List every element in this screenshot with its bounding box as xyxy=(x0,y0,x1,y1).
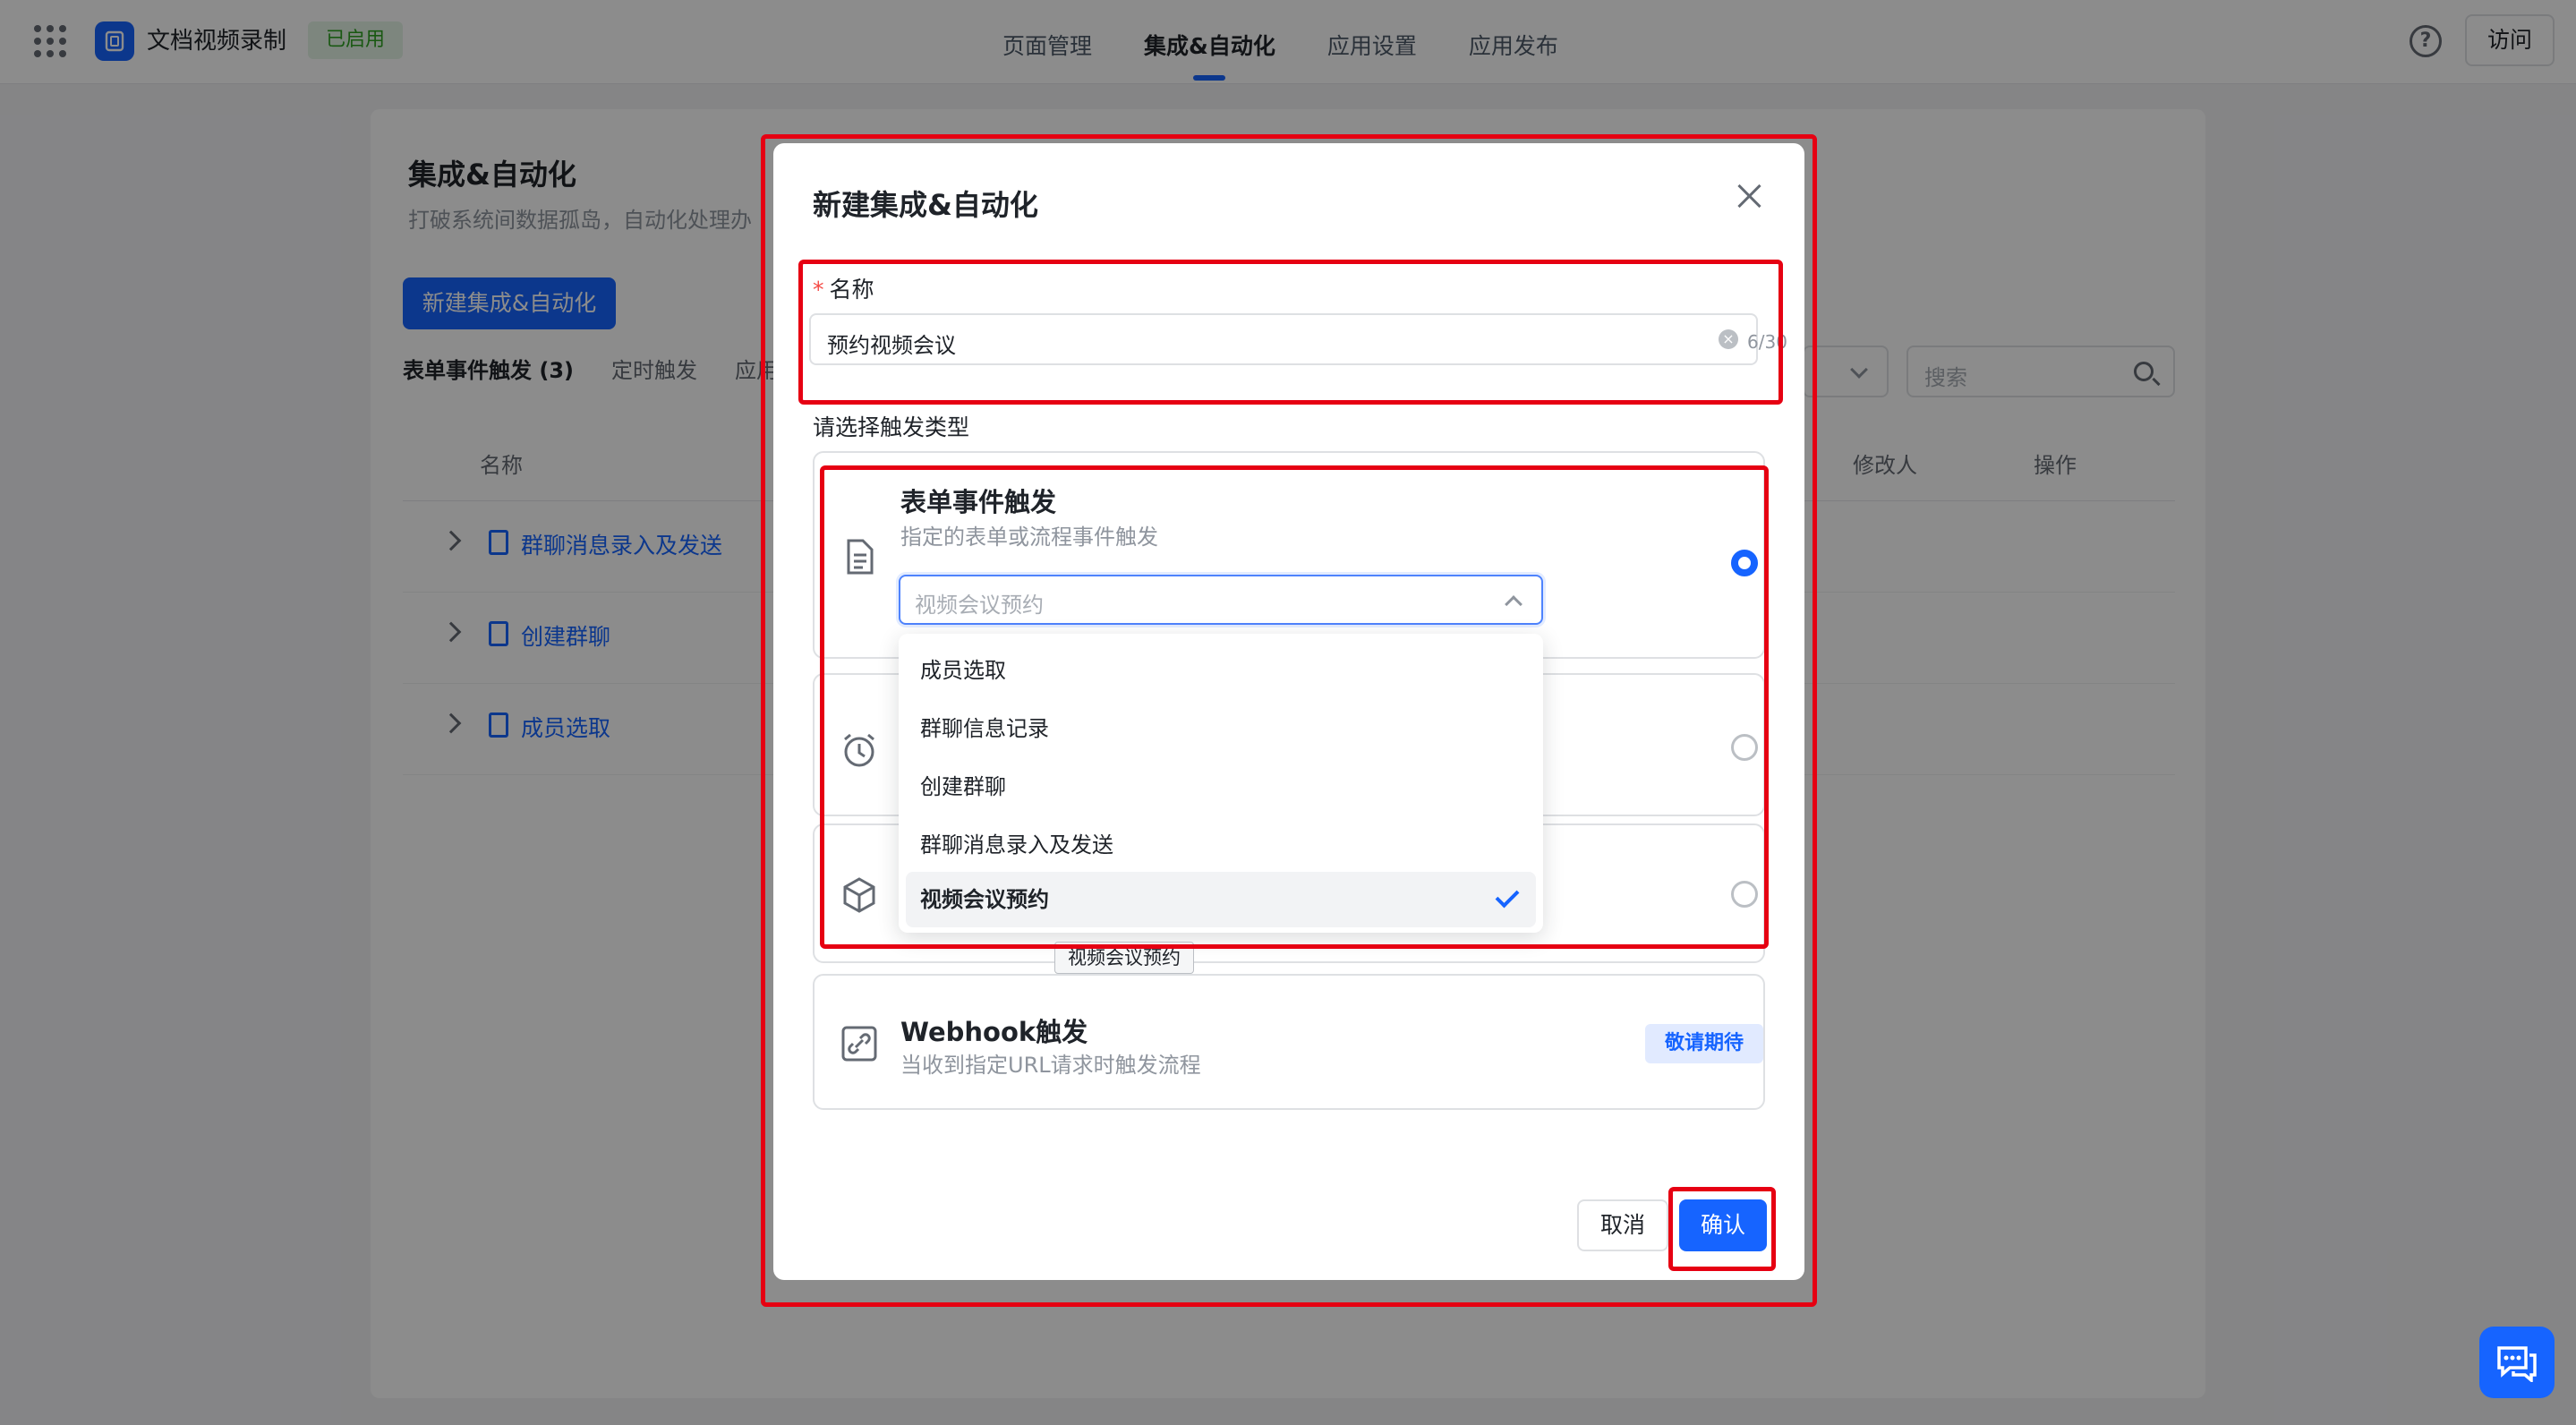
check-icon xyxy=(1495,883,1520,909)
selected-option-label: 视频会议预约 xyxy=(920,887,1049,912)
form-select-dropdown: 成员选取 群聊信息记录 创建群聊 群聊消息录入及发送 视频会议预约 xyxy=(899,634,1543,933)
cancel-button[interactable]: 取消 xyxy=(1577,1199,1669,1251)
chevron-up-icon xyxy=(1505,595,1523,613)
name-field-value: 预约视频会议 xyxy=(827,333,956,358)
dialog-title: 新建集成&自动化 xyxy=(813,188,1038,222)
link-icon xyxy=(841,1026,877,1062)
webhook-description: 当收到指定URL请求时触发流程 xyxy=(900,1053,1201,1078)
dropdown-option[interactable]: 群聊消息录入及发送 xyxy=(906,817,1536,873)
form-event-radio[interactable] xyxy=(1731,550,1758,576)
form-select-placeholder: 视频会议预约 xyxy=(915,593,1044,618)
form-event-title: 表单事件触发 xyxy=(900,487,1057,517)
form-event-trigger-card[interactable]: 表单事件触发 指定的表单或流程事件触发 xyxy=(813,451,1765,659)
trigger-type-label: 请选择触发类型 xyxy=(813,414,970,440)
cube-icon xyxy=(843,877,875,913)
webhook-title: Webhook触发 xyxy=(900,1017,1088,1047)
webhook-trigger-card: Webhook触发 当收到指定URL请求时触发流程 敬请期待 xyxy=(813,974,1765,1110)
dropdown-option-selected[interactable]: 视频会议预约 xyxy=(906,872,1536,927)
option-tooltip: 视频会议预约 xyxy=(1054,942,1194,974)
coming-soon-badge: 敬请期待 xyxy=(1645,1024,1763,1063)
scheduled-radio[interactable] xyxy=(1731,734,1758,761)
name-label-text: 名称 xyxy=(829,277,874,303)
name-field[interactable]: 预约视频会议 × 6/30 xyxy=(809,313,1787,365)
chat-support-button[interactable] xyxy=(2479,1327,2555,1398)
alarm-clock-icon xyxy=(844,733,874,767)
new-automation-dialog: 新建集成&自动化 * 名称 预约视频会议 × 6/30 请选择触发类型 表单事件触… xyxy=(773,143,1804,1280)
dropdown-option[interactable]: 群聊信息记录 xyxy=(906,701,1536,756)
chat-icon xyxy=(2497,1346,2537,1382)
required-mark: * xyxy=(813,277,824,303)
clear-icon[interactable]: × xyxy=(1719,329,1738,349)
app-event-radio[interactable] xyxy=(1731,881,1758,908)
dropdown-option[interactable]: 创建群聊 xyxy=(906,759,1536,815)
dropdown-option[interactable]: 成员选取 xyxy=(906,643,1536,698)
name-field-label: * 名称 xyxy=(813,272,874,304)
form-event-description: 指定的表单或流程事件触发 xyxy=(900,525,1158,550)
confirm-button[interactable]: 确认 xyxy=(1679,1199,1768,1251)
document-icon xyxy=(847,539,874,575)
close-icon[interactable] xyxy=(1736,183,1763,209)
form-select[interactable]: 视频会议预约 xyxy=(899,575,1543,625)
character-count: 6/30 xyxy=(1747,331,1787,353)
